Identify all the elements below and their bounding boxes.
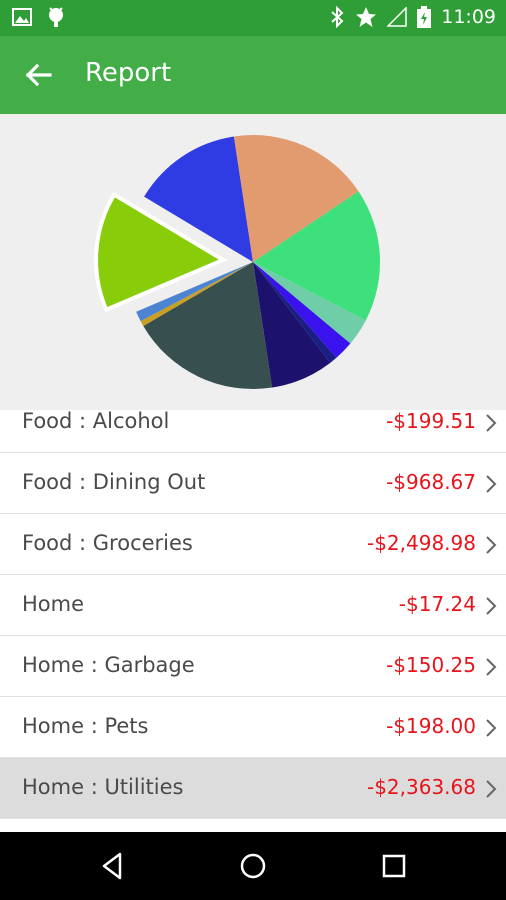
row-amount: -$199.51 xyxy=(386,410,476,433)
row-amount: -$2,363.68 xyxy=(366,775,476,799)
row-amount: -$968.67 xyxy=(386,470,476,494)
chevron-right-icon xyxy=(486,719,497,737)
list-item[interactable]: Food : Dining Out -$968.67 xyxy=(0,453,506,514)
status-bar: 11:09 xyxy=(0,0,506,36)
list-item[interactable]: Food : Groceries -$2,498.98 xyxy=(0,514,506,575)
row-label: Food : Alcohol xyxy=(22,410,170,433)
page-title: Report xyxy=(85,58,172,88)
star-icon xyxy=(356,7,377,27)
category-list: Food : Alcohol -$199.51 Food : Dining Ou… xyxy=(0,410,506,832)
list-item[interactable]: Home -$17.24 xyxy=(0,575,506,636)
chart-area xyxy=(0,114,506,410)
pie-chart[interactable] xyxy=(0,114,506,410)
back-triangle-icon[interactable] xyxy=(96,849,130,883)
row-label: Home : Pets xyxy=(22,714,149,738)
row-label: Food : Groceries xyxy=(22,531,193,555)
row-label: Home : Utilities xyxy=(22,775,184,799)
bluetooth-icon xyxy=(331,6,344,28)
list-item-selected[interactable]: Home : Utilities -$2,363.68 xyxy=(0,758,506,819)
status-time: 11:09 xyxy=(441,6,496,28)
row-amount: -$198.00 xyxy=(386,714,476,738)
status-left-icons xyxy=(12,6,66,28)
chevron-right-icon xyxy=(486,536,497,554)
chevron-right-icon xyxy=(486,597,497,615)
image-icon xyxy=(12,8,32,26)
row-label: Home xyxy=(22,592,85,616)
recents-square-icon[interactable] xyxy=(377,849,411,883)
chevron-right-icon xyxy=(486,658,497,676)
row-amount: -$150.25 xyxy=(386,653,476,677)
row-label: Food : Dining Out xyxy=(22,470,206,494)
android-icon xyxy=(49,7,63,27)
row-amount: -$17.24 xyxy=(398,592,476,616)
app-bar: Report xyxy=(0,36,506,114)
list-item[interactable]: Food : Alcohol -$199.51 xyxy=(0,410,506,453)
home-circle-icon[interactable] xyxy=(236,849,270,883)
row-amount: -$2,498.98 xyxy=(366,531,476,555)
system-nav-bar xyxy=(0,832,506,900)
chevron-right-icon xyxy=(486,414,497,432)
chevron-right-icon xyxy=(486,475,497,493)
signal-icon xyxy=(387,7,407,27)
row-label: Home : Garbage xyxy=(22,653,195,677)
list-item[interactable]: Home : Garbage -$150.25 xyxy=(0,636,506,697)
chevron-right-icon xyxy=(486,780,497,798)
list-item[interactable]: Home : Pets -$198.00 xyxy=(0,697,506,758)
battery-icon xyxy=(417,6,432,28)
status-right-icons: 11:09 xyxy=(329,6,496,28)
back-arrow-icon[interactable] xyxy=(20,57,56,93)
